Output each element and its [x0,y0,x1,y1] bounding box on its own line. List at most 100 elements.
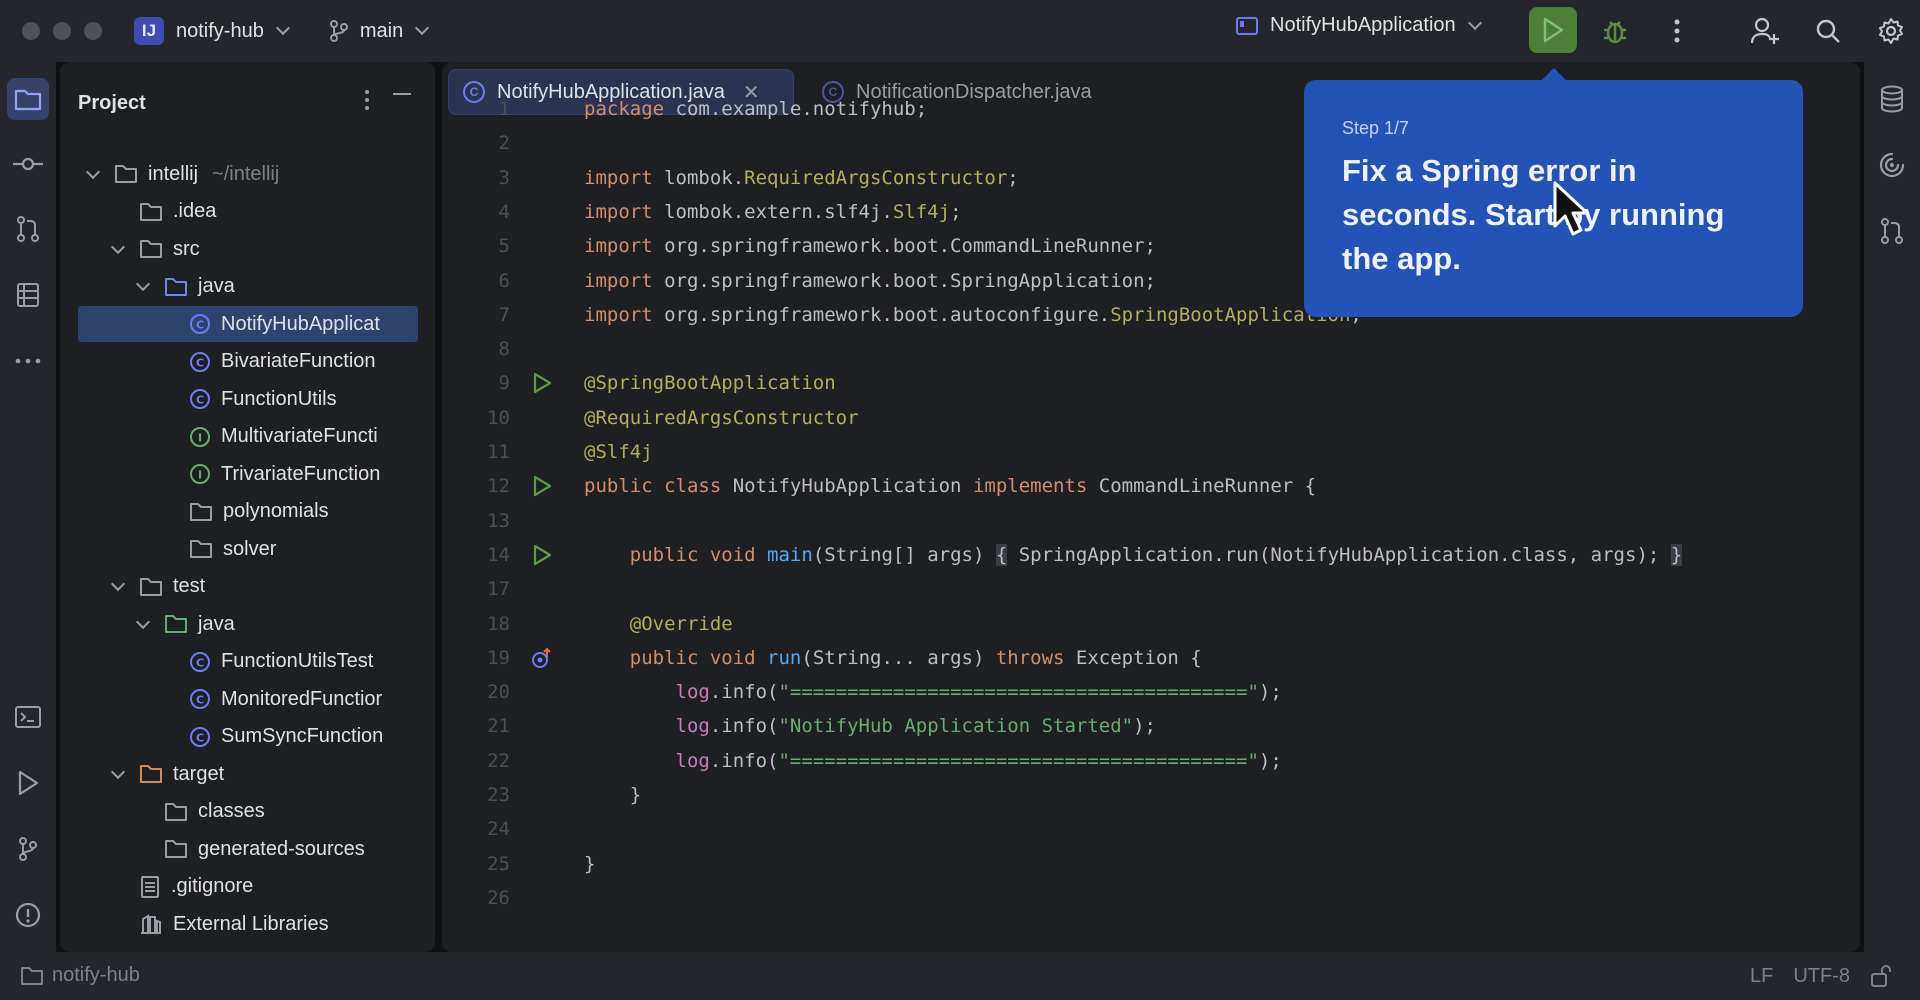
chevron-down-icon[interactable] [110,764,126,779]
tree-item[interactable]: java [78,606,418,642]
code-line[interactable]: 8 [442,332,1860,366]
tree-item[interactable]: test [78,569,418,605]
chevron-down-icon[interactable] [85,164,101,179]
commit-tool-button[interactable] [7,143,49,185]
settings-button[interactable] [1874,14,1908,48]
code-line[interactable]: 9 @SpringBootApplication [442,366,1860,400]
code-line[interactable]: 22 log.info("===========================… [442,744,1860,778]
project-switcher[interactable]: IJ notify-hub [102,17,290,45]
svg-text:C: C [196,356,204,369]
tooltip-step: Step 1/7 [1342,118,1410,138]
tree-item[interactable]: classes [78,794,418,830]
pull-requests-tool-button[interactable] [7,208,49,250]
gutter-run-icon[interactable] [530,372,554,394]
code-token: import [584,200,665,223]
pull-requests-right-button[interactable] [1871,210,1913,252]
code-text: import lombok.RequiredArgsConstructor; [584,167,1019,189]
code-line[interactable]: 17 [442,572,1860,606]
branch-switcher[interactable]: main [328,19,430,43]
git-tool-button[interactable] [7,828,49,870]
search-button[interactable] [1811,14,1845,48]
minimize-window-button[interactable] [53,22,71,40]
play-icon [18,770,39,796]
code-text: log.info("==============================… [584,681,1282,703]
tree-item[interactable]: C FunctionUtils [78,381,418,417]
gutter-run-icon[interactable] [530,544,554,566]
run-config-selector[interactable]: NotifyHubApplication [1236,14,1482,37]
line-number: 5 [498,235,510,258]
chevron-down-icon[interactable] [135,276,151,292]
code-line[interactable]: 21 log.info("NotifyHub Application Start… [442,709,1860,743]
code-line[interactable]: 13 [442,504,1860,538]
chevron-down-icon[interactable] [135,614,151,629]
terminal-tool-button[interactable] [7,696,49,738]
code-line[interactable]: 14 public void main(String[] args) { Spr… [442,538,1860,572]
panel-minimize-button[interactable] [393,93,411,95]
run-button[interactable] [1529,7,1577,53]
gutter-run-icon[interactable] [530,475,554,497]
code-token: @Override [629,612,733,635]
tree-item[interactable]: generated-sources [78,831,418,867]
tree-item[interactable]: External Libraries [78,906,418,942]
unlock-icon[interactable] [1870,964,1892,988]
chevron-down-icon[interactable] [110,576,126,592]
status-project[interactable]: notify-hub [20,964,140,987]
ai-assistant-tool-button[interactable] [1871,144,1913,186]
code-line[interactable]: 18 @Override [442,607,1860,641]
tree-item-label: .gitignore [171,875,254,897]
tree-item[interactable]: .idea [78,194,418,230]
panel-options-button[interactable] [357,86,377,114]
tree-item[interactable]: C FunctionUtilsTest [78,644,418,680]
tree-item[interactable]: I TrivariateFunction [78,456,418,492]
code-line[interactable]: 19 public void run(String... args) throw… [442,641,1860,675]
tree-item[interactable]: C MonitoredFunctior [78,681,418,717]
tree-item[interactable]: java [78,269,418,305]
file-encoding[interactable]: UTF-8 [1793,965,1850,988]
chevron-down-icon[interactable] [110,239,126,254]
tree-item[interactable]: target [78,756,418,792]
maximize-window-button[interactable] [84,22,102,40]
project-tool-button[interactable] [7,78,49,120]
structure-tool-button[interactable] [7,274,49,316]
more-actions-button[interactable] [1660,14,1694,48]
run-tool-button[interactable] [7,762,49,804]
tree-item[interactable]: intellij ~/intellij [78,156,418,192]
tree-item[interactable]: I MultivariateFuncti [78,419,418,455]
code-token: (String[] args) [812,543,996,566]
tree-item[interactable]: C SumSyncFunction [78,719,418,755]
close-window-button[interactable] [22,22,40,40]
code-line[interactable]: 25} [442,847,1860,881]
debug-button[interactable] [1598,14,1632,48]
line-number: 2 [498,132,510,155]
code-text: package com.example.notifyhub; [584,98,927,120]
line-number: 24 [487,818,510,841]
code-line[interactable]: 10 @RequiredArgsConstructor [442,401,1860,435]
tree-item[interactable]: C BivariateFunction [78,344,418,380]
tree-item[interactable]: solver [78,531,418,567]
code-with-me-button[interactable] [1748,14,1782,48]
svg-text:C: C [196,656,204,669]
tree-item[interactable]: src [78,231,418,267]
line-separator[interactable]: LF [1750,965,1773,988]
folder-icon [189,538,213,560]
folder-icon [164,801,188,823]
code-line[interactable]: 24 [442,812,1860,846]
code-line[interactable]: 12 public class NotifyHubApplication impl… [442,469,1860,503]
tree-item-label: FunctionUtils [221,387,337,410]
code-token: com.example.notifyhub; [675,98,928,120]
problems-tool-button[interactable] [7,894,49,936]
code-line[interactable]: 20 log.info("===========================… [442,675,1860,709]
override-icon[interactable] [530,647,554,669]
tree-item[interactable]: polynomials [78,494,418,530]
code-line[interactable]: 26 [442,881,1860,915]
code-line[interactable]: 11 @Slf4j [442,435,1860,469]
more-tools-button[interactable] [7,340,49,382]
database-tool-button[interactable] [1871,78,1913,120]
code-line[interactable]: 23 } [442,778,1860,812]
status-bar: notify-hub LF UTF-8 [0,952,1920,1000]
chevron-down-icon [1467,15,1482,30]
tree-item[interactable]: .gitignore [78,869,418,905]
tree-item[interactable]: C NotifyHubApplicat [78,306,418,342]
